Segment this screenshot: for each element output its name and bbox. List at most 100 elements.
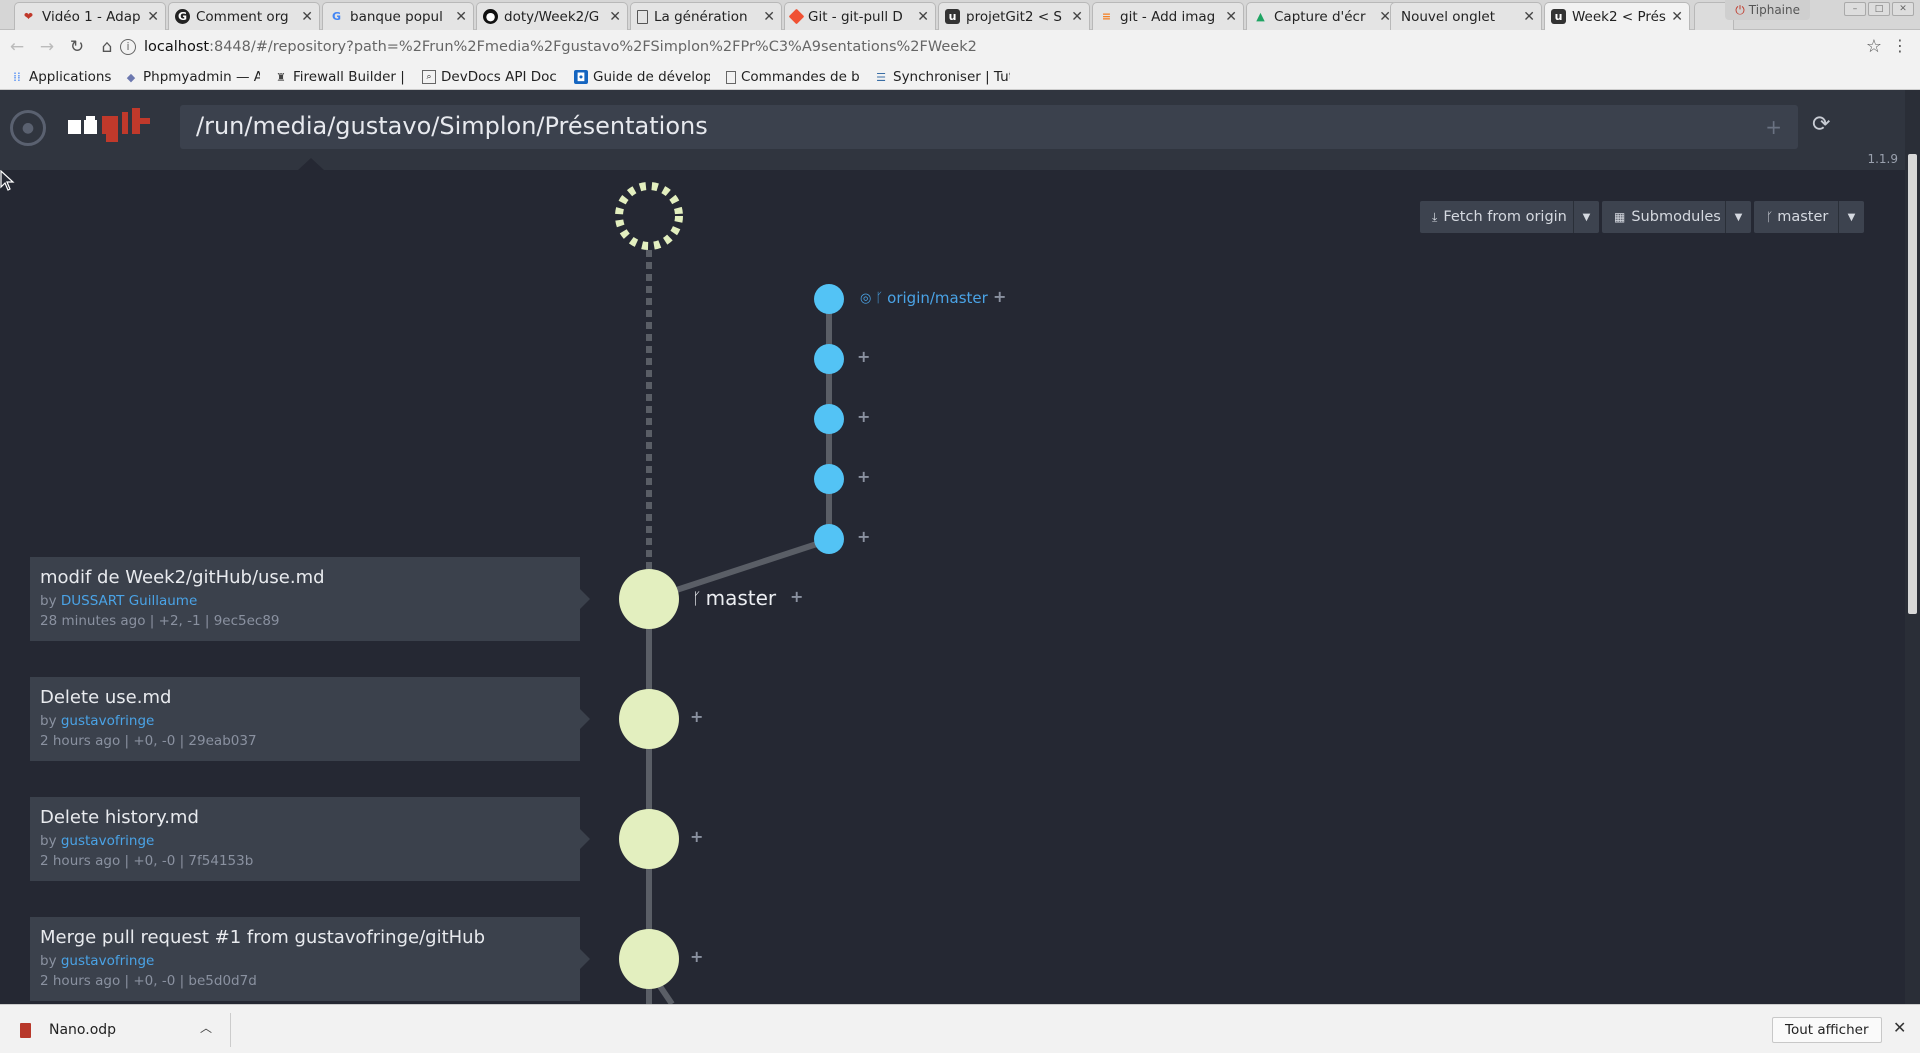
menu-icon[interactable]: ⋮ [1892,36,1908,55]
bookmark-phpmyadmin[interactable]: ◆ Phpmyadmin — A [124,68,260,86]
commit-card[interactable]: modif de Week2/gitHub/use.md by DUSSART … [30,557,590,641]
tab-banque[interactable]: G banque popul ✕ [322,2,474,30]
add-ref-icon[interactable]: + [690,707,703,726]
tab-video[interactable]: ❤ Vidéo 1 - Adap ✕ [14,2,166,30]
commit-meta: 2 hours ago | +0, -0 | 29eab037 [40,733,257,749]
close-icon[interactable]: ✕ [917,9,929,25]
star-icon[interactable]: ☆ [1866,36,1882,57]
branch-button[interactable]: ᚴ master [1754,201,1844,233]
add-ref-icon[interactable]: + [857,347,870,366]
commit-title: Delete history.md [40,807,199,828]
commit-author-line: by DUSSART Guillaume [40,593,198,609]
commit-card[interactable]: Delete use.md by gustavofringe 2 hours a… [30,677,590,761]
commit-node[interactable] [619,809,679,869]
git-icon [788,8,805,25]
maximize-icon[interactable]: □ [1868,2,1890,16]
show-all-button[interactable]: Tout afficher [1772,1017,1882,1043]
apps-icon: ⁞⁞ [13,70,21,84]
commit-node[interactable] [619,689,679,749]
page-scrollbar[interactable] [1905,90,1920,1004]
browser-tab-strip: ❤ Vidéo 1 - Adap ✕ G Comment org ✕ G ban… [0,0,1920,30]
add-ref-icon[interactable]: + [857,407,870,426]
close-icon[interactable]: ✕ [1225,9,1237,25]
add-ref-icon[interactable]: + [790,587,803,606]
page-icon [726,70,736,84]
reload-icon[interactable]: ↻ [64,34,90,60]
tab-projetgit2[interactable]: u projetGit2 < S ✕ [938,2,1090,30]
close-icon[interactable]: ✕ [1893,1018,1906,1037]
author-link[interactable]: gustavofringe [61,953,154,969]
branch-dropdown-button[interactable]: ▼ [1838,201,1864,233]
profile-badge[interactable]: ⏻ Tiphaine [1725,0,1810,20]
tab-git-pull[interactable]: Git - git-pull D ✕ [784,2,936,30]
chevron-up-icon[interactable]: ︿ [200,1019,212,1036]
tab-capture[interactable]: ▲ Capture d'écr ✕ [1246,2,1398,30]
refresh-icon[interactable]: ⟳ [1812,112,1830,137]
back-circle-icon[interactable]: ● [10,110,46,146]
tab-week2-active[interactable]: u Week2 < Prés ✕ [1544,2,1690,30]
tab-comment[interactable]: G Comment org ✕ [168,2,320,30]
remote-commit-node[interactable] [814,524,844,554]
remote-commit-node[interactable] [814,284,844,314]
fetch-button[interactable]: ⤓ Fetch from origin [1420,201,1598,233]
submodules-button[interactable]: ▦ Submodules [1602,201,1742,233]
close-icon[interactable]: ✕ [763,9,775,25]
bookmark-applications[interactable]: ⁞⁞ Applications [10,68,111,86]
close-icon[interactable]: ✕ [1071,9,1083,25]
remote-commit-node[interactable] [814,344,844,374]
close-icon[interactable]: ✕ [609,9,621,25]
forward-arrow-icon[interactable]: → [34,34,60,60]
bookmark-firewall[interactable]: ♜ Firewall Builder | [274,68,410,86]
close-icon[interactable]: ✕ [1523,9,1535,25]
download-item[interactable]: Nano.odp [20,1017,220,1043]
bookmark-commandes[interactable]: Commandes de b [726,68,862,86]
url-field[interactable]: i localhost:8448/#/repository?path=%2Fru… [120,34,1880,60]
close-icon[interactable]: ✕ [147,9,159,25]
master-ref[interactable]: ᚴ master [692,586,776,610]
scrollbar-thumb[interactable] [1908,154,1917,614]
bookmark-guide[interactable]: ◘ Guide de dévelop [574,68,710,86]
bookmark-synchroniser[interactable]: ☰ Synchroniser | Tut [874,68,1010,86]
close-icon[interactable]: ✕ [1671,9,1683,25]
branch-icon: ᚴ [692,588,702,608]
remote-commit-node[interactable] [814,464,844,494]
bookmark-devdocs[interactable]: ⌕ DevDocs API Doc [422,68,558,86]
tab-generation[interactable]: La génération ✕ [630,2,782,30]
commit-card[interactable]: Merge pull request #1 from gustavofringe… [30,917,590,1001]
repository-path: /run/media/gustavo/Simplon/Présentations [196,112,708,140]
add-ref-icon[interactable]: + [690,947,703,966]
home-icon[interactable]: ⌂ [94,34,120,60]
add-ref-icon[interactable]: + [993,287,1006,306]
fetch-dropdown-button[interactable]: ▼ [1573,201,1599,233]
tab-github[interactable]: ● doty/Week2/G ✕ [476,2,628,30]
add-ref-icon[interactable]: + [857,467,870,486]
remote-commit-node[interactable] [814,404,844,434]
tab-stackoverflow[interactable]: ≡ git - Add imag ✕ [1092,2,1244,30]
repository-path-field[interactable]: /run/media/gustavo/Simplon/Présentations… [180,105,1798,149]
back-arrow-icon[interactable]: ← [4,34,30,60]
close-icon[interactable]: ✕ [455,9,467,25]
minimize-icon[interactable]: – [1844,2,1866,16]
commit-node[interactable] [619,929,679,989]
tab-new[interactable]: Nouvel onglet ✕ [1390,2,1542,30]
g-icon: G [175,9,190,24]
close-icon[interactable]: ✕ [301,9,313,25]
mouse-cursor-icon [0,170,15,191]
file-icon [20,1022,31,1038]
submodules-dropdown-button[interactable]: ▼ [1725,201,1751,233]
close-window-icon[interactable]: ✕ [1892,2,1914,16]
ungit-logo[interactable] [68,108,160,148]
author-link[interactable]: gustavofringe [61,713,154,729]
commit-card[interactable]: Delete history.md by gustavofringe 2 hou… [30,797,590,881]
info-icon[interactable]: i [120,39,136,55]
add-ref-icon[interactable]: + [690,827,703,846]
author-link[interactable]: DUSSART Guillaume [61,593,197,609]
add-icon[interactable]: + [1765,115,1782,139]
author-link[interactable]: gustavofringe [61,833,154,849]
commit-meta: 2 hours ago | +0, -0 | be5d0d7d [40,973,257,989]
window-controls: – □ ✕ [1844,2,1914,16]
origin-master-ref[interactable]: ◎ ᚴ origin/master [860,289,988,307]
add-ref-icon[interactable]: + [857,527,870,546]
commit-node[interactable] [619,569,679,629]
guide-icon: ◘ [574,70,588,84]
